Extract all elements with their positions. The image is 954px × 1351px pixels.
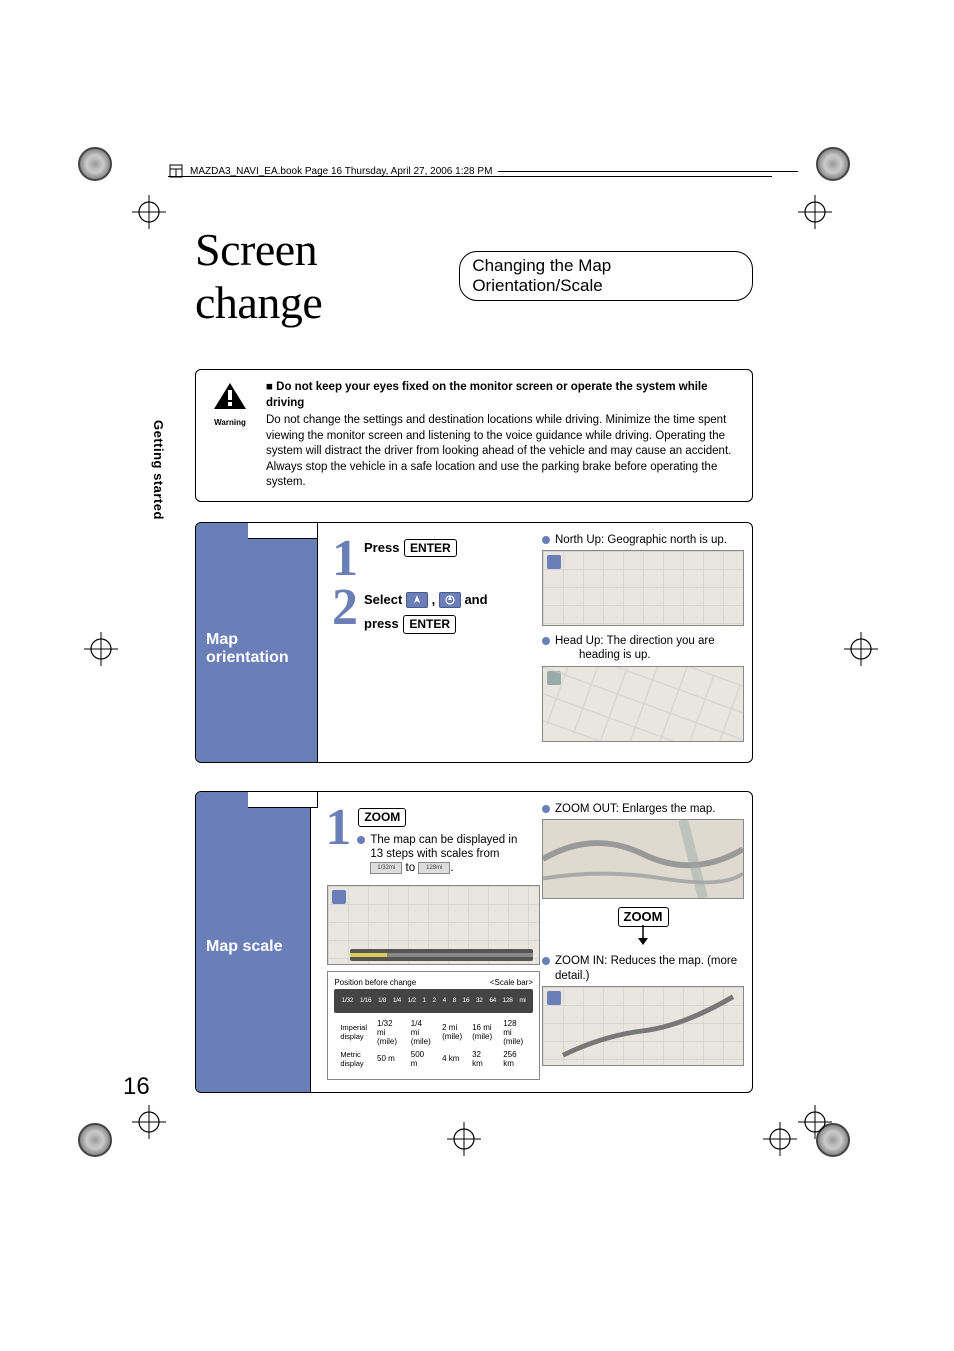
step2-select: Select: [364, 592, 402, 607]
map-thumb-north-up: [542, 550, 744, 626]
enter-button-label-2: ENTER: [403, 615, 456, 634]
zoom-in-desc: ZOOM IN: Reduces the map. (more detail.): [555, 954, 744, 983]
crop-ring: [78, 1123, 112, 1157]
crop-ring: [78, 147, 112, 181]
corner-notch: [248, 792, 318, 808]
pos-before-label: Position before change: [334, 978, 416, 987]
map-thumb-zoom-out: [542, 819, 744, 899]
zoom-button-label: ZOOM: [358, 808, 406, 827]
bullet-icon: [542, 637, 550, 645]
step1-press: Press: [364, 539, 399, 554]
scale-to: to: [406, 862, 416, 874]
section-map-scale: Map scale 1 ZOOM The map can be displaye…: [195, 791, 753, 1093]
register-mark: [84, 632, 118, 666]
scale-note-l1: The map can be displayed in: [370, 834, 517, 846]
page-title: Screen change: [195, 223, 449, 329]
scale-chip-max: 128mi: [418, 862, 450, 874]
scale-chip-min: 1/32mi: [370, 862, 402, 874]
arrow-down-icon: [542, 925, 744, 948]
step2-comma: ,: [432, 592, 436, 607]
step2-press: press: [364, 616, 399, 631]
step-number-2: 2: [328, 588, 358, 627]
section-title-l2: orientation: [206, 649, 289, 666]
bullet-icon: [542, 536, 550, 544]
register-mark: [132, 1105, 166, 1139]
north-up-icon: [406, 592, 428, 608]
register-mark: [763, 1122, 797, 1156]
scale-note-l2: 13 steps with scales from: [370, 848, 499, 860]
heading-up-icon: [439, 592, 461, 608]
register-mark: [132, 195, 166, 229]
warning-box: Warning ■ Do not keep your eyes fixed on…: [195, 369, 753, 502]
page-number: 16: [123, 1073, 150, 1101]
book-meta-underline: [168, 176, 772, 177]
head-up-desc-l1: Head Up: The direction you are: [555, 635, 715, 647]
corner-notch: [248, 523, 318, 539]
enter-button-label: ENTER: [404, 539, 457, 558]
register-mark: [844, 632, 878, 666]
step2-and: and: [464, 592, 487, 607]
side-tab-label: Getting started: [151, 420, 166, 520]
section-sidebar: Map orientation: [196, 523, 318, 762]
scale-table-panel: Position before change <Scale bar> 1/32 …: [327, 971, 540, 1080]
map-thumb-zoom-in: [542, 986, 744, 1066]
bullet-icon: [542, 805, 550, 813]
map-screenshot-with-scalebar: [327, 885, 540, 965]
scale-bar-label: <Scale bar>: [490, 978, 533, 987]
section-title-l1: Map: [206, 631, 238, 648]
map-thumb-head-up: [542, 666, 744, 742]
register-mark: [798, 1105, 832, 1139]
north-up-desc: North Up: Geographic north is up.: [555, 533, 727, 547]
register-mark: [798, 195, 832, 229]
scale-ruler: 1/32 1/16 1/8 1/4 1/2 1 2 4 8 16 32 64 1…: [334, 989, 533, 1013]
section-map-orientation: Map orientation 1 Press ENTER 2 Select: [195, 522, 753, 763]
head-up-desc-l2: heading is up.: [579, 649, 651, 661]
register-mark: [447, 1122, 481, 1156]
book-meta-text: MAZDA3_NAVI_EA.book Page 16 Thursday, Ap…: [190, 166, 492, 177]
warning-heading: Do not keep your eyes fixed on the monit…: [266, 381, 708, 409]
bullet-icon: [357, 836, 365, 844]
scale-unit-table: Imperialdisplay 1/32 mi(mile) 1/4 mi(mil…: [334, 1016, 533, 1071]
section-title: Map scale: [206, 938, 282, 956]
zoom-out-desc: ZOOM OUT: Enlarges the map.: [555, 802, 715, 816]
warning-label: Warning: [206, 418, 254, 429]
section-sidebar: Map scale: [196, 792, 311, 1092]
zoom-button-label-center: ZOOM: [618, 907, 669, 927]
warning-body: Do not change the settings and destinati…: [266, 413, 738, 491]
scale-period: .: [450, 862, 453, 874]
step-number-1: 1: [328, 539, 358, 578]
crop-ring: [816, 147, 850, 181]
warning-icon: Warning: [206, 382, 254, 428]
step-number-1: 1: [321, 808, 351, 847]
page-subtitle: Changing the Map Orientation/Scale: [459, 251, 753, 301]
bullet-icon: [542, 957, 550, 965]
